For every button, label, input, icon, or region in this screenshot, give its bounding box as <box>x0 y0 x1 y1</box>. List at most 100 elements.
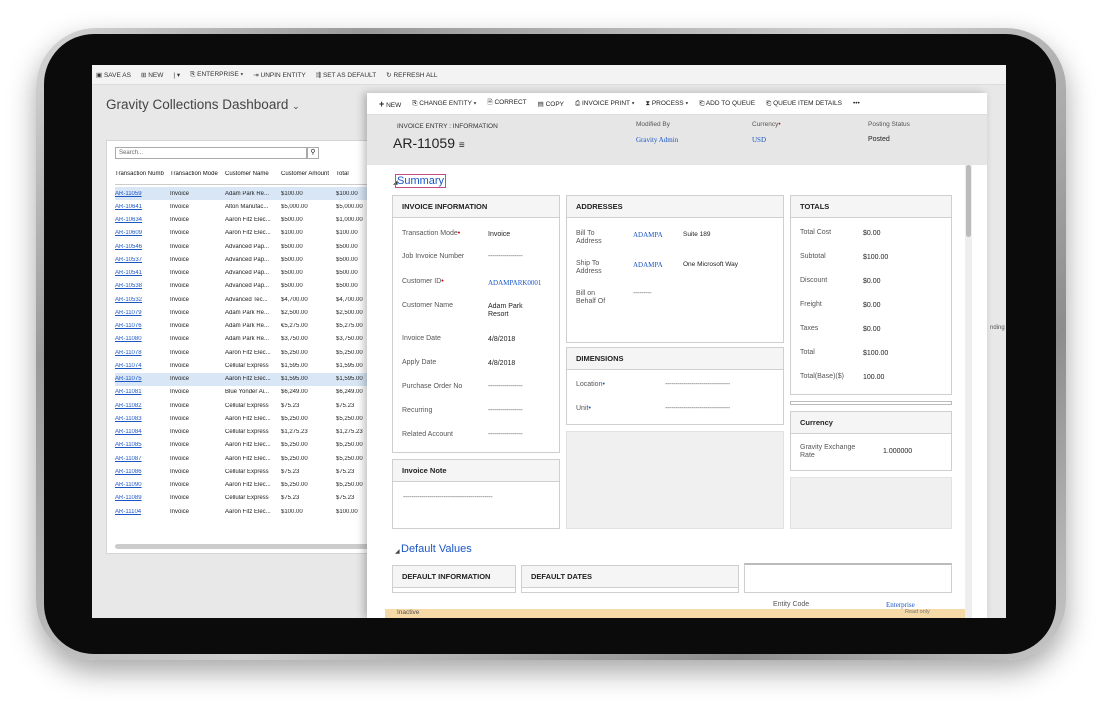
table-row[interactable]: AR-11075 Invoice Aaron Fitz Elec... $1,595.… <box>115 372 376 386</box>
form-vertical-scrollbar[interactable] <box>965 165 972 618</box>
column-header[interactable]: Transaction Numb <box>115 171 170 184</box>
collapse-icon[interactable]: ◢ <box>395 548 400 555</box>
more-options-button[interactable]: ••• <box>853 100 860 107</box>
transaction-number-link[interactable]: AR-10609 <box>115 230 170 236</box>
purchase-order-field[interactable]: ----------------- <box>488 383 523 390</box>
transaction-number-link[interactable]: AR-10546 <box>115 244 170 250</box>
total-label: Freight <box>800 301 822 308</box>
table-row[interactable]: AR-10634 Invoice Aaron Fitz Elec... $500.00… <box>115 214 376 227</box>
transaction-number-link[interactable]: AR-11081 <box>115 389 170 395</box>
default-values-section-title[interactable]: Default Values <box>401 543 472 555</box>
column-header[interactable]: Transaction Mode <box>170 171 225 184</box>
table-row[interactable]: AR-11104 Invoice Aaron Fitz Elec... $100.00… <box>115 505 376 518</box>
transaction-number-link[interactable]: AR-10641 <box>115 204 170 210</box>
unit-field[interactable]: -------------------------------- <box>665 405 730 412</box>
ship-to-link[interactable]: ADAMPA <box>633 261 663 269</box>
transaction-number-link[interactable]: AR-11082 <box>115 403 170 409</box>
column-header[interactable]: Customer Amount <box>281 171 336 184</box>
transaction-number-link[interactable]: AR-11076 <box>115 323 170 329</box>
table-row[interactable]: AR-11090 Invoice Aaron Fitz Elec... $5,250.… <box>115 479 376 492</box>
transaction-number-link[interactable]: AR-11089 <box>115 495 170 501</box>
table-row[interactable]: AR-11078 Invoice Aaron Fitz Elec... $5,250.… <box>115 346 376 359</box>
transaction-number-link[interactable]: AR-10537 <box>115 257 170 263</box>
table-row[interactable]: AR-11083 Invoice Aaron Fitz Elec... $5,250.… <box>115 412 376 425</box>
invoice-note-field[interactable]: ----------------------------------------… <box>403 494 493 501</box>
new-button[interactable]: ⊞ NEW <box>141 71 163 79</box>
transaction-number-link[interactable]: AR-11085 <box>115 442 170 448</box>
apply-date-field[interactable]: 4/8/2018 <box>488 360 515 368</box>
exchange-rate-field[interactable]: 1.000000 <box>883 448 912 456</box>
table-row[interactable]: AR-11059 Invoice Adam Park Re... $100.00 $10… <box>115 187 376 201</box>
save-as-button[interactable]: ▣ SAVE AS <box>96 71 131 79</box>
form-selector[interactable]: INVOICE ENTRY : INFORMATION <box>397 123 498 130</box>
table-row[interactable]: AR-10532 Invoice Advanced Tec... $4,700.00 $… <box>115 293 376 306</box>
queue-item-details-button[interactable]: ⎗ QUEUE ITEM DETAILS <box>766 100 842 108</box>
column-header[interactable]: Customer Name <box>225 171 281 184</box>
transaction-number-link[interactable]: AR-11087 <box>115 456 170 462</box>
transaction-number-link[interactable]: AR-11080 <box>115 336 170 342</box>
bill-to-link[interactable]: ADAMPA <box>633 231 663 239</box>
table-row[interactable]: AR-11074 Invoice Cellular Express $1,595.00… <box>115 359 376 372</box>
table-row[interactable]: AR-10537 Invoice Advanced Pap... $500.00 $50… <box>115 253 376 266</box>
job-invoice-field[interactable]: ----------------- <box>488 253 523 260</box>
transaction-number-link[interactable]: AR-10541 <box>115 270 170 276</box>
transaction-number-link[interactable]: AR-11090 <box>115 482 170 488</box>
currency-link[interactable]: USD <box>752 136 781 144</box>
entity-code-link[interactable]: Enterprise <box>886 601 915 609</box>
add-to-queue-button[interactable]: ⎗ ADD TO QUEUE <box>699 100 755 108</box>
unpin-entity-button[interactable]: ⇥ UNPIN ENTITY <box>253 71 305 79</box>
refresh-all-button[interactable]: ↻ REFRESH ALL <box>386 71 437 79</box>
modified-by-link[interactable]: Gravity Admin <box>636 136 678 144</box>
table-row[interactable]: AR-11079 Invoice Adam Park Re... $2,500.00 $… <box>115 306 376 319</box>
table-row[interactable]: AR-11086 Invoice Cellular Express $75.23 $75… <box>115 465 376 478</box>
table-row[interactable]: AR-10546 Invoice Advanced Pap... $500.00 $50… <box>115 240 376 253</box>
table-row[interactable]: AR-11085 Invoice Aaron Fitz Elec... $5,250.… <box>115 439 376 452</box>
table-row[interactable]: AR-11084 Invoice Cellular Express $1,275.23… <box>115 426 376 439</box>
recurring-field[interactable]: ----------------- <box>488 407 523 414</box>
transaction-mode-field[interactable]: Invoice <box>488 231 510 239</box>
transaction-number-link[interactable]: AR-11074 <box>115 363 170 369</box>
location-field[interactable]: -------------------------------- <box>665 381 730 388</box>
set-as-default-button[interactable]: ⇶ SET AS DEFAULT <box>316 71 377 79</box>
table-row[interactable]: AR-11076 Invoice Adam Park Re... €5,275.00 $… <box>115 320 376 333</box>
table-row[interactable]: AR-11089 Invoice Cellular Express $75.23 $75… <box>115 492 376 505</box>
table-row[interactable]: AR-10541 Invoice Advanced Pap... $500.00 $50… <box>115 267 376 280</box>
change-entity-button[interactable]: ⎘ CHANGE ENTITY ▾ <box>412 100 476 108</box>
search-icon[interactable]: ⚲ <box>307 147 319 159</box>
scrollbar-thumb[interactable] <box>966 165 971 237</box>
table-row[interactable]: AR-10609 Invoice Aaron Fitz Elec... $100.00… <box>115 227 376 240</box>
summary-section-title[interactable]: Summary <box>395 174 447 188</box>
transaction-number-link[interactable]: AR-11075 <box>115 376 170 382</box>
grid-search-input[interactable]: Search... <box>115 147 307 159</box>
grid-horizontal-scrollbar[interactable] <box>115 544 375 549</box>
transaction-number-link[interactable]: AR-11084 <box>115 429 170 435</box>
table-row[interactable]: AR-10538 Invoice Advanced Pap... $500.00 $50… <box>115 280 376 293</box>
transaction-number-link[interactable]: AR-11078 <box>115 350 170 356</box>
process-button[interactable]: ⧗ PROCESS ▾ <box>645 100 688 108</box>
table-row[interactable]: AR-11081 Invoice Blue Yonder Ai... $6,249.0… <box>115 386 376 399</box>
related-account-field[interactable]: ----------------- <box>488 431 523 438</box>
invoice-print-button[interactable]: ⎙ INVOICE PRINT ▾ <box>575 100 634 108</box>
transaction-number-link[interactable]: AR-11086 <box>115 469 170 475</box>
dashboard-title[interactable]: Gravity Collections Dashboard ⌄ <box>106 97 300 112</box>
table-row[interactable]: AR-11082 Invoice Cellular Express $75.23 $75… <box>115 399 376 412</box>
bill-on-behalf-field[interactable]: --------- <box>633 290 652 297</box>
new-record-button[interactable]: + NEW <box>379 99 401 109</box>
customer-id-link[interactable]: ADAMPARK0001 <box>488 279 541 287</box>
copy-button[interactable]: ▤ COPY <box>538 100 564 108</box>
invoice-date-field[interactable]: 4/8/2018 <box>488 336 515 344</box>
table-row[interactable]: AR-11080 Invoice Adam Park Re... $3,750.00 $… <box>115 333 376 346</box>
table-row[interactable]: AR-11087 Invoice Aaron Fitz Elec... $5,250.… <box>115 452 376 465</box>
transaction-number-link[interactable]: AR-11079 <box>115 310 170 316</box>
table-row[interactable]: AR-10641 Invoice Alton Manufac... $5,000.00… <box>115 200 376 213</box>
transaction-number-link[interactable]: AR-11059 <box>115 191 170 197</box>
transaction-number-link[interactable]: AR-10634 <box>115 217 170 223</box>
transaction-number-link[interactable]: AR-11104 <box>115 509 170 515</box>
transaction-number-link[interactable]: AR-10532 <box>115 297 170 303</box>
list-icon[interactable]: ≡ <box>459 140 465 151</box>
enterprise-dropdown[interactable]: ⎘ ENTERPRISE ▾ <box>190 71 243 79</box>
correct-button[interactable]: 🗎 CORRECT <box>487 98 526 109</box>
customer-name-field[interactable]: Adam Park Resort <box>488 303 523 319</box>
transaction-number-link[interactable]: AR-10538 <box>115 283 170 289</box>
transaction-number-link[interactable]: AR-11083 <box>115 416 170 422</box>
